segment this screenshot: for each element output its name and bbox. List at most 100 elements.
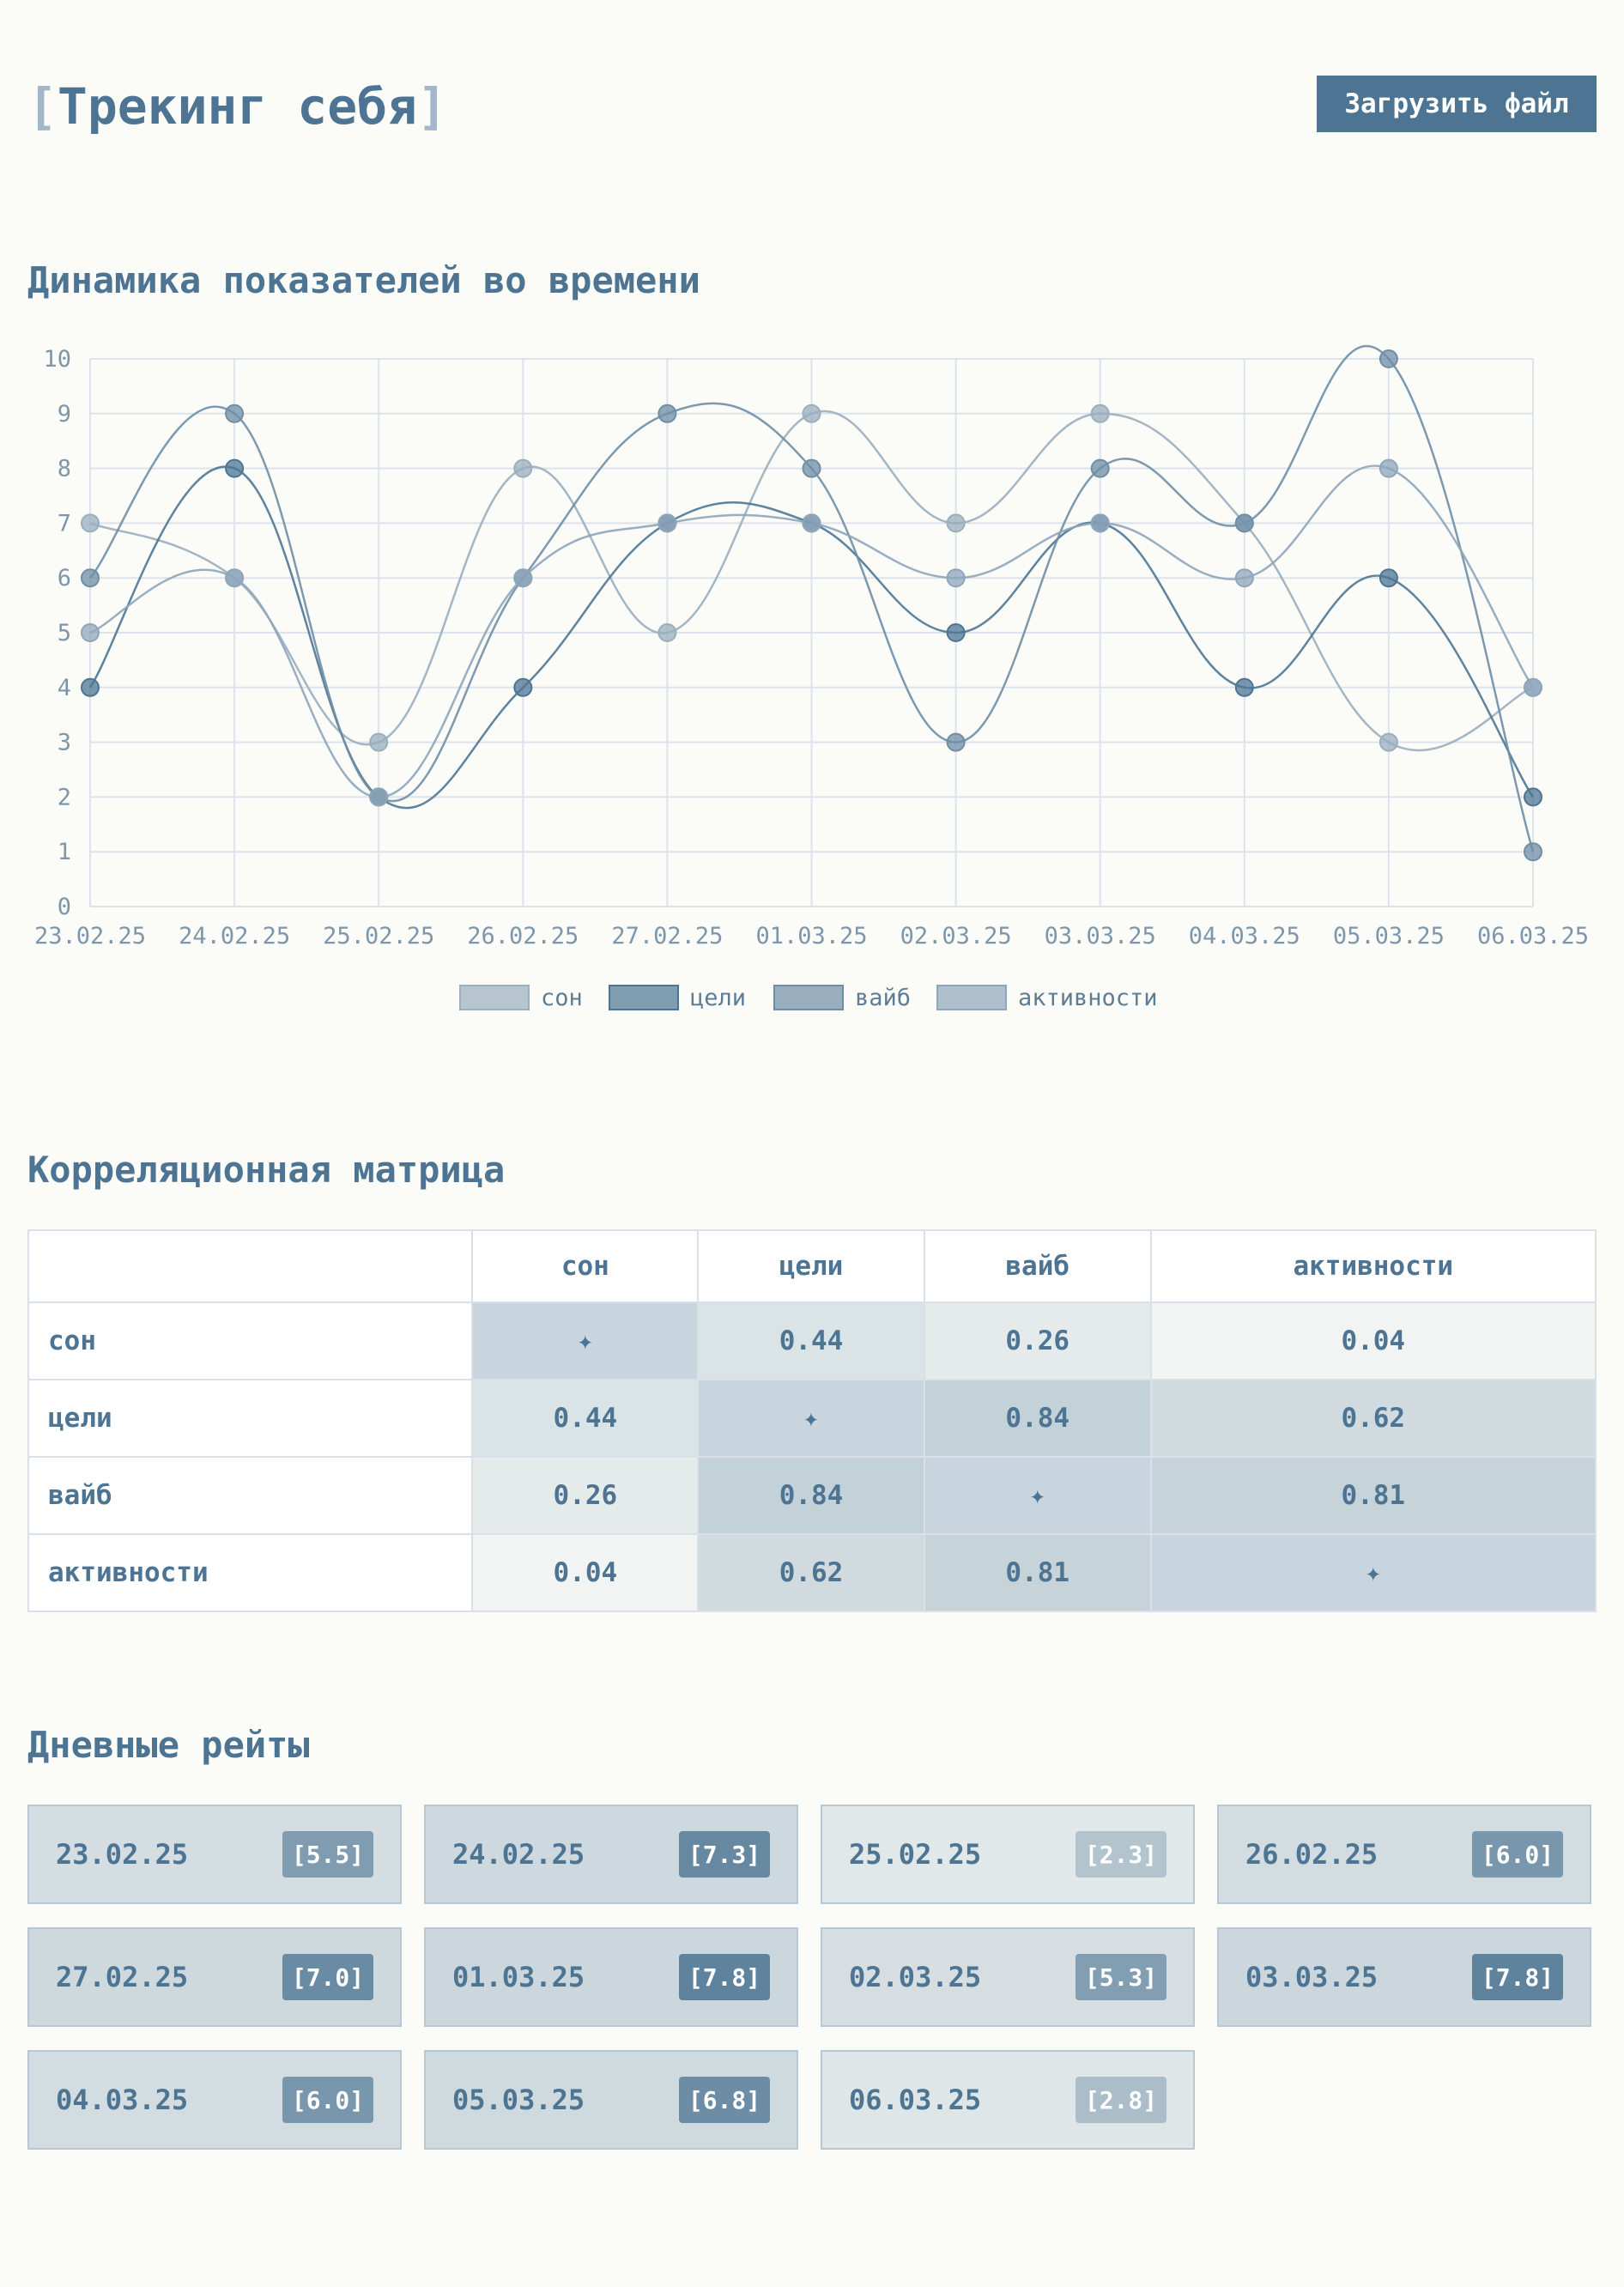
matrix-cell: 0.44 — [471, 1379, 700, 1458]
x-tick-label: 03.03.25 — [1045, 923, 1156, 949]
dynamics-heading: Динамика показателей во времени — [27, 259, 700, 301]
matrix-header: цели — [697, 1229, 925, 1303]
data-point — [1524, 677, 1542, 697]
legend-label: активности — [1018, 985, 1158, 1011]
daily-rate-card: 06.03.25 [2.8] — [821, 2050, 1195, 2150]
card-rate-badge: [7.3] — [679, 1831, 770, 1878]
data-point — [946, 732, 966, 752]
data-point — [81, 513, 100, 533]
x-tick-label: 01.03.25 — [755, 923, 867, 949]
daily-heading: Дневные рейты — [27, 1724, 310, 1766]
daily-rate-card: 03.03.25 [7.8] — [1217, 1927, 1591, 2027]
matrix-cell: 0.62 — [697, 1533, 925, 1612]
data-point — [1524, 842, 1542, 862]
data-point — [657, 513, 677, 533]
data-point — [225, 458, 245, 478]
data-point — [1379, 458, 1398, 478]
data-point — [1090, 403, 1110, 423]
legend-swatch — [459, 985, 530, 1010]
matrix-diagonal-star-icon: ✦ — [923, 1456, 1152, 1535]
daily-rate-card: 25.02.25 [2.3] — [821, 1805, 1195, 1904]
y-tick-label: 4 — [58, 675, 71, 701]
daily-rate-card: 04.03.25 [6.0] — [27, 2050, 402, 2150]
data-point — [1090, 513, 1110, 533]
y-tick-label: 7 — [58, 510, 71, 537]
card-date: 01.03.25 — [452, 1961, 585, 1993]
card-rate-badge: [2.8] — [1076, 2077, 1166, 2123]
data-point — [513, 568, 533, 588]
card-rate-badge: [6.0] — [1472, 1831, 1563, 1878]
matrix-diagonal-star-icon: ✦ — [697, 1379, 925, 1458]
x-tick-label: 23.02.25 — [34, 923, 146, 949]
daily-rate-card: 01.03.25 [7.8] — [424, 1927, 798, 2027]
matrix-cell: 0.62 — [1149, 1379, 1597, 1458]
y-tick-label: 9 — [58, 401, 71, 428]
matrix-cell: 0.84 — [923, 1379, 1152, 1458]
data-point — [802, 403, 821, 423]
matrix-row: сон ✦ 0.44 0.26 0.04 — [27, 1301, 1597, 1380]
matrix-diagonal-star-icon: ✦ — [471, 1301, 700, 1380]
card-rate-badge: [5.3] — [1076, 1954, 1166, 2000]
data-point — [369, 732, 389, 752]
card-date: 02.03.25 — [849, 1961, 982, 1993]
data-point — [369, 787, 389, 807]
matrix-cell: 0.26 — [471, 1456, 700, 1535]
card-rate-badge: [6.8] — [679, 2077, 770, 2123]
card-rate-badge: [2.3] — [1076, 1831, 1166, 1878]
upload-file-button[interactable]: Загрузить файл — [1317, 76, 1597, 132]
y-tick-label: 2 — [58, 784, 71, 810]
y-tick-label: 10 — [43, 346, 71, 373]
data-point — [81, 623, 100, 642]
page-title: [Трекинг себя] — [27, 77, 447, 136]
matrix-cell: 0.04 — [1149, 1301, 1597, 1380]
correlation-matrix: сон цели вайб активности сон ✦ 0.44 0.26 0.0… — [27, 1229, 1597, 1612]
daily-rate-card: 02.03.25 [5.3] — [821, 1927, 1195, 2027]
matrix-row: вайб 0.26 0.84 ✦ 0.81 — [27, 1456, 1597, 1535]
data-point — [1090, 458, 1110, 478]
matrix-row-label: активности — [27, 1533, 474, 1612]
matrix-row-label: сон — [27, 1301, 474, 1380]
matrix-cell: 0.04 — [471, 1533, 700, 1612]
matrix-cell: 0.81 — [1149, 1456, 1597, 1535]
data-point — [946, 568, 966, 588]
matrix-cell: 0.44 — [697, 1301, 925, 1380]
y-tick-label: 1 — [58, 839, 71, 865]
daily-rate-card: 05.03.25 [6.8] — [424, 2050, 798, 2150]
matrix-diagonal-star-icon: ✦ — [1149, 1533, 1597, 1612]
data-point — [225, 568, 245, 588]
x-tick-label: 27.02.25 — [611, 923, 723, 949]
x-tick-label: 05.03.25 — [1333, 923, 1445, 949]
header: [Трекинг себя] Загрузить файл — [27, 69, 1597, 146]
legend-swatch — [609, 985, 679, 1010]
matrix-cell: 0.84 — [697, 1456, 925, 1535]
legend-swatch — [773, 985, 844, 1010]
card-date: 23.02.25 — [56, 1838, 189, 1871]
data-point — [1379, 349, 1398, 368]
y-tick-label: 0 — [58, 894, 71, 920]
y-tick-label: 5 — [58, 620, 71, 646]
correlation-heading: Корреляционная матрица — [27, 1149, 506, 1191]
card-date: 24.02.25 — [452, 1838, 585, 1871]
card-rate-badge: [7.8] — [1472, 1954, 1563, 2000]
data-point — [513, 458, 533, 478]
matrix-header: активности — [1149, 1229, 1597, 1303]
legend-label: сон — [541, 985, 583, 1011]
y-tick-label: 6 — [58, 565, 71, 591]
card-date: 27.02.25 — [56, 1961, 189, 1993]
data-point — [1234, 677, 1254, 697]
legend-label: цели — [690, 985, 746, 1011]
matrix-row: цели 0.44 ✦ 0.84 0.62 — [27, 1379, 1597, 1458]
data-point — [1379, 568, 1398, 588]
x-tick-label: 24.02.25 — [179, 923, 290, 949]
card-date: 04.03.25 — [56, 2084, 189, 2116]
data-point — [802, 513, 821, 533]
matrix-corner — [27, 1229, 474, 1303]
daily-rate-card: 23.02.25 [5.5] — [27, 1805, 402, 1904]
x-tick-label: 25.02.25 — [323, 923, 434, 949]
data-point — [81, 677, 100, 697]
dynamics-chart: 0 1 2 3 4 5 6 7 8 9 10 23.02.25 24.02.25 25.02.25 26.0… — [34, 344, 1589, 1011]
matrix-row-label: цели — [27, 1379, 474, 1458]
card-date: 25.02.25 — [849, 1838, 982, 1871]
card-date: 26.02.25 — [1245, 1838, 1379, 1871]
y-tick-label: 3 — [58, 730, 71, 756]
